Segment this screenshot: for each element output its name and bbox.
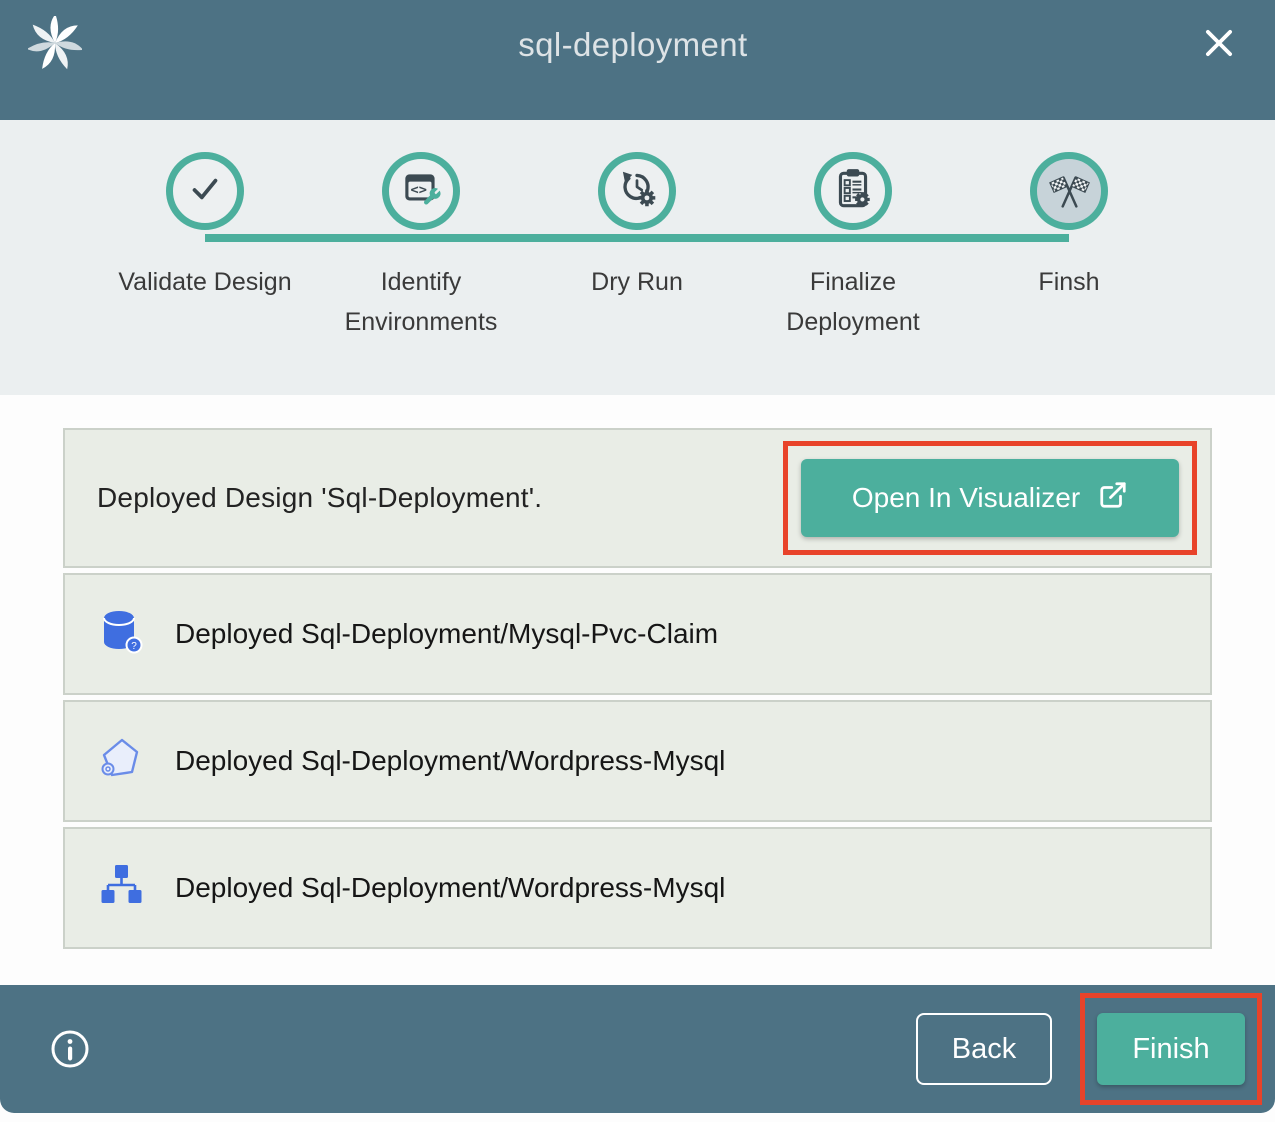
code-wrench-icon: <> [398, 166, 444, 217]
svg-text:?: ? [131, 641, 137, 652]
step-finish: Finsh [961, 152, 1177, 342]
step-identify-environments: <> Identify Environments [313, 152, 529, 342]
deployed-item-text: Deployed Sql-Deployment/Wordpress-Mysql [175, 872, 725, 904]
deployed-item-text: Deployed Sql-Deployment/Mysql-Pvc-Claim [175, 618, 718, 650]
deployment-stepper: Validate Design <> Identify Environments [0, 120, 1275, 395]
step-circle-finalize-deployment [814, 152, 892, 230]
deployed-item-row: Deployed Sql-Deployment/Wordpress-Mysql [63, 700, 1212, 822]
info-icon [48, 1059, 92, 1074]
open-in-visualizer-label: Open In Visualizer [852, 482, 1080, 514]
open-in-visualizer-button[interactable]: Open In Visualizer [801, 459, 1179, 537]
annotation-highlight-finish: Finish [1080, 993, 1262, 1105]
close-button[interactable] [1197, 22, 1241, 66]
checkered-flags-icon [1046, 166, 1092, 217]
info-button[interactable] [48, 1027, 92, 1071]
step-label: Identify Environments [330, 262, 512, 342]
deployment-results: Deployed Design 'Sql-Deployment'. Open I… [0, 395, 1275, 985]
external-link-icon [1098, 480, 1128, 517]
modal-header: sql-deployment [0, 0, 1275, 120]
deployed-design-row: Deployed Design 'Sql-Deployment'. Open I… [63, 428, 1212, 568]
step-circle-dry-run [598, 152, 676, 230]
deployed-item-text: Deployed Sql-Deployment/Wordpress-Mysql [175, 745, 725, 777]
database-icon: ? [97, 608, 145, 661]
step-label: Dry Run [591, 262, 683, 302]
finish-button[interactable]: Finish [1097, 1013, 1245, 1085]
step-circle-validate-design [166, 152, 244, 230]
deployed-design-text: Deployed Design 'Sql-Deployment'. [97, 482, 542, 514]
step-circle-finish [1030, 152, 1108, 230]
step-validate-design: Validate Design [97, 152, 313, 342]
step-label: Validate Design [118, 262, 291, 302]
back-button[interactable]: Back [916, 1013, 1052, 1085]
deployed-item-row: Deployed Sql-Deployment/Wordpress-Mysql [63, 827, 1212, 949]
step-label: Finalize Deployment [762, 262, 944, 342]
step-label: Finsh [1038, 262, 1099, 302]
modal-footer: Back Finish [0, 985, 1275, 1113]
step-circle-identify-environments: <> [382, 152, 460, 230]
clipboard-gear-icon [830, 166, 876, 217]
modal-title: sql-deployment [518, 26, 747, 64]
step-dry-run: Dry Run [529, 152, 745, 342]
application-icon [97, 735, 145, 788]
check-icon [182, 166, 228, 217]
meshery-logo-icon [28, 16, 82, 70]
footer-actions: Back Finish [916, 993, 1275, 1105]
history-gear-icon [614, 166, 660, 217]
step-finalize-deployment: Finalize Deployment [745, 152, 961, 342]
annotation-highlight-visualizer: Open In Visualizer [783, 441, 1197, 555]
svg-text:<>: <> [411, 182, 427, 198]
deployment-modal: sql-deployment Validate Design [0, 0, 1275, 1122]
deployed-item-row: ? Deployed Sql-Deployment/Mysql-Pvc-Clai… [63, 573, 1212, 695]
close-icon [1199, 51, 1239, 66]
hierarchy-icon [97, 862, 145, 915]
